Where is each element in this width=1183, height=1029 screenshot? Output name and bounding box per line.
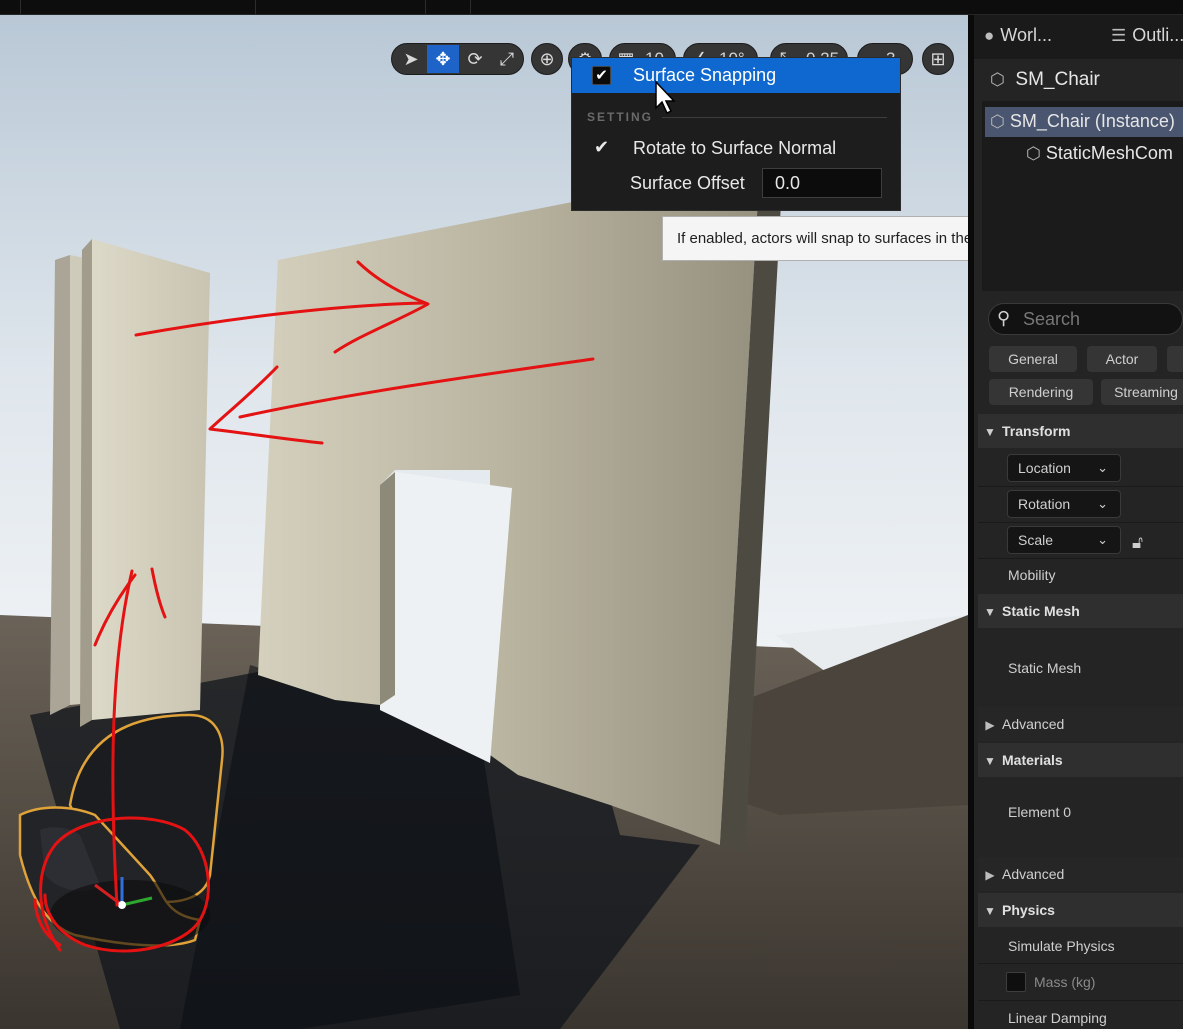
mouse-cursor-icon [655, 80, 676, 115]
tab-outliner-label: Outli... [1132, 25, 1183, 45]
advanced-label: Advanced [1002, 716, 1065, 732]
rotation-label: Rotation [1018, 496, 1071, 512]
section-materials[interactable]: ▼ Materials [978, 743, 1183, 777]
viewport-layout-icon[interactable]: ⊞ [923, 45, 953, 73]
filter-rendering[interactable]: Rendering [989, 379, 1093, 405]
top-bar-segment [20, 0, 256, 14]
search-icon: ⚲ [997, 308, 1011, 328]
component-static-mesh[interactable]: ⬡ StaticMeshCom [1026, 143, 1173, 164]
row-divider [978, 558, 1183, 559]
mass-override-checkbox[interactable] [1006, 972, 1026, 992]
surface-offset-label: Surface Offset [630, 173, 745, 193]
tab-outliner[interactable]: ☰ Outli... [1111, 25, 1183, 46]
row-divider [978, 486, 1183, 487]
mobility-label: Mobility [1008, 567, 1056, 583]
component-instance-label: SM_Chair (Instance) [1009, 111, 1175, 131]
layout-group: ⊞ [922, 43, 954, 75]
cube-icon: ⬡ [1026, 144, 1041, 163]
expand-triangle-icon: ▶ [985, 718, 995, 732]
surface-snapping-tooltip: If enabled, actors will snap to surfaces… [662, 216, 968, 261]
section-transform[interactable]: ▼ Transform [978, 414, 1183, 448]
linear-damping-label: Linear Damping [1008, 1010, 1107, 1026]
actor-name-label: SM_Chair [1015, 69, 1100, 90]
top-bar-segment [0, 0, 21, 14]
section-static-mesh[interactable]: ▼ Static Mesh [978, 594, 1183, 628]
transform-mode-group: ➤ ✥ ⟳ ⤢ [391, 43, 524, 75]
search-placeholder: Search [1023, 309, 1081, 329]
rotate-mode-icon[interactable]: ⟳ [459, 45, 491, 73]
section-static-mesh-label: Static Mesh [1002, 603, 1080, 619]
tab-world-settings[interactable]: ● Worl... [984, 25, 1052, 46]
surface-snapping-checkbox[interactable]: ✔ [592, 66, 611, 85]
section-physics[interactable]: ▼ Physics [978, 893, 1183, 927]
surface-snap-menu: ✔ Surface Snapping SETTING ✔ Rotate to S… [571, 57, 901, 211]
rotate-to-normal-label[interactable]: Rotate to Surface Normal [633, 138, 836, 159]
filter-more[interactable] [1167, 346, 1183, 372]
expand-triangle-icon: ▶ [985, 868, 995, 882]
filter-general[interactable]: General [989, 346, 1077, 372]
editor-top-bar [0, 0, 1183, 15]
section-transform-label: Transform [1002, 423, 1071, 439]
advanced-label: Advanced [1002, 866, 1065, 882]
globe-icon: ● [984, 26, 995, 45]
static-mesh-prop-label: Static Mesh [1008, 660, 1082, 676]
location-label: Location [1018, 460, 1071, 476]
list-icon: ☰ [1111, 26, 1127, 45]
element0-label: Element 0 [1008, 804, 1072, 820]
scale-label: Scale [1018, 532, 1054, 548]
component-instance[interactable]: ⬡ SM_Chair (Instance) [990, 111, 1175, 132]
chevron-down-icon: ⌄ [1097, 532, 1108, 547]
static-mesh-advanced[interactable]: ▶ Advanced [978, 707, 1183, 741]
collapse-triangle-icon: ▼ [984, 605, 996, 619]
details-panel: ● Worl... ☰ Outli... ⬡ SM_Chair ⬡ SM_Chair… [974, 15, 1183, 1029]
scale-dropdown[interactable]: Scale ⌄ [1007, 526, 1121, 554]
top-bar-segment [255, 0, 426, 14]
tab-world-label: Worl... [1000, 25, 1052, 45]
row-divider [978, 1000, 1183, 1001]
simulate-physics-label: Simulate Physics [1008, 938, 1115, 954]
details-search-input[interactable]: ⚲ Search [988, 303, 1183, 335]
settings-divider [662, 117, 887, 118]
chevron-down-icon: ⌄ [1097, 460, 1108, 475]
component-tree: ⬡ SM_Chair (Instance) ⬡ StaticMeshCom [982, 101, 1183, 291]
cube-icon: ⬡ [990, 112, 1005, 131]
actor-name: ⬡ SM_Chair [990, 69, 1100, 91]
world-space-icon[interactable]: ⊕ [532, 45, 562, 73]
cube-icon: ⬡ [990, 70, 1005, 89]
level-viewport[interactable]: ➤ ✥ ⟳ ⤢ ⊕ ⚙ ▦ 10 ∠ 10° ⤡ 0.25 ▭ 3 ⊞ [0, 15, 968, 1029]
collapse-triangle-icon: ▼ [984, 754, 996, 768]
panel-tabs: ● Worl... ☰ Outli... [974, 15, 1183, 59]
materials-advanced[interactable]: ▶ Advanced [978, 857, 1183, 891]
mass-label: Mass (kg) [1034, 974, 1096, 990]
rotate-normal-check-icon[interactable]: ✔ [594, 137, 609, 158]
component-static-mesh-label: StaticMeshCom [1045, 143, 1173, 163]
section-physics-label: Physics [1002, 902, 1055, 918]
chevron-down-icon: ⌄ [1097, 496, 1108, 511]
scale-mode-icon[interactable]: ⤢ [491, 45, 523, 73]
surface-offset-input[interactable]: 0.0 [762, 168, 882, 198]
top-bar-segment [425, 0, 471, 14]
section-materials-label: Materials [1002, 752, 1063, 768]
rotation-dropdown[interactable]: Rotation ⌄ [1007, 490, 1121, 518]
location-dropdown[interactable]: Location ⌄ [1007, 454, 1121, 482]
translate-mode-icon[interactable]: ✥ [427, 45, 459, 73]
select-mode-icon[interactable]: ➤ [395, 45, 427, 73]
collapse-triangle-icon: ▼ [984, 904, 996, 918]
scale-lock-icon[interactable]: 🔓︎ [1132, 533, 1143, 553]
row-divider [978, 522, 1183, 523]
filter-actor[interactable]: Actor [1087, 346, 1157, 372]
settings-header: SETTING [587, 110, 654, 124]
collapse-triangle-icon: ▼ [984, 425, 996, 439]
row-divider [978, 963, 1183, 964]
coordinate-space-group: ⊕ [531, 43, 563, 75]
filter-streaming[interactable]: Streaming [1101, 379, 1183, 405]
